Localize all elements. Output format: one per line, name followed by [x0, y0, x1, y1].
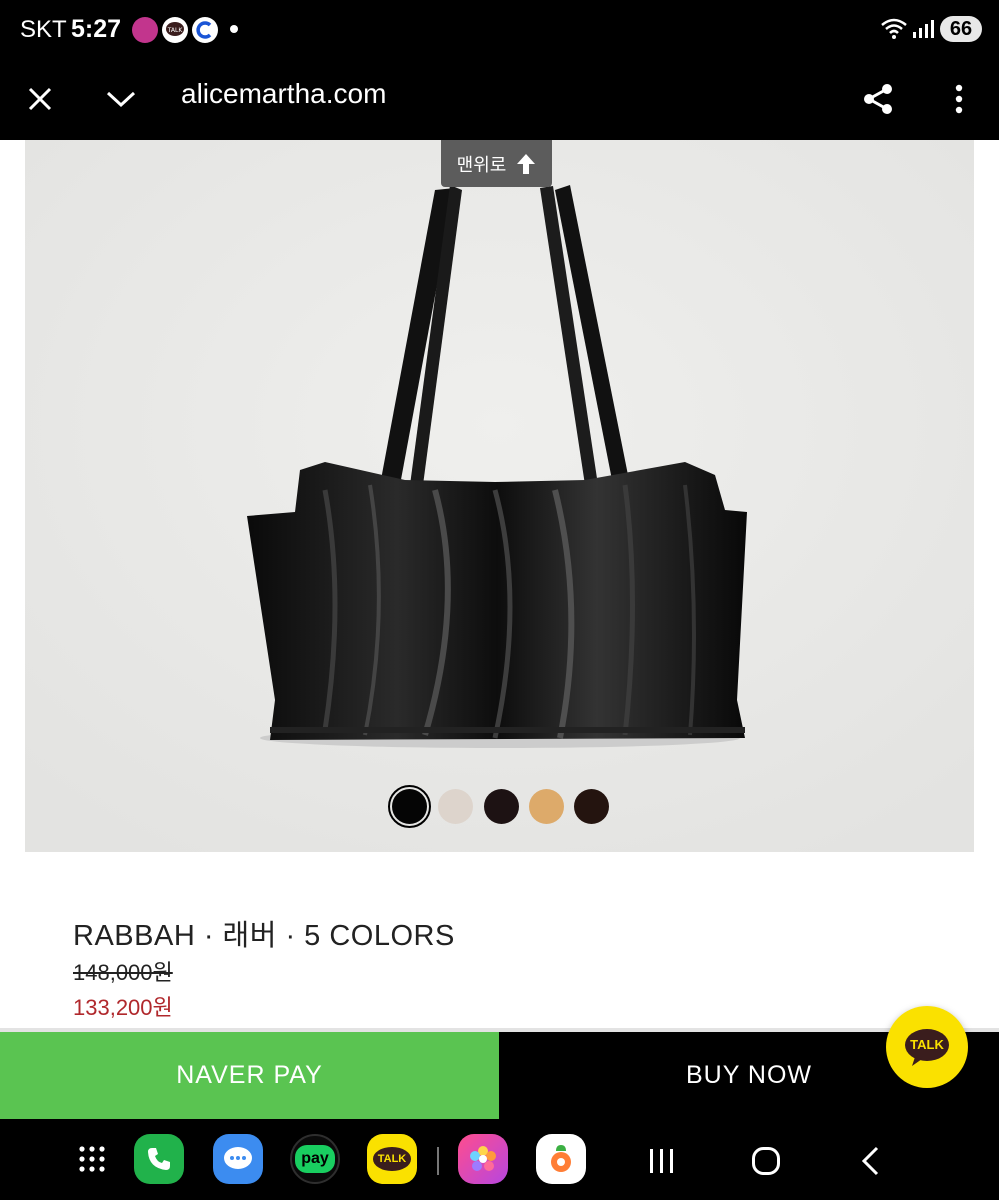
home-button[interactable] — [746, 1141, 786, 1181]
kakao-talk-label: TALK — [910, 1036, 944, 1052]
original-price: 148,000원 — [73, 960, 173, 985]
product-image[interactable] — [25, 140, 974, 852]
share-button[interactable] — [853, 74, 903, 124]
recents-icon — [650, 1149, 673, 1173]
chevron-down-icon — [106, 91, 136, 108]
battery-indicator: 66 — [940, 16, 982, 42]
close-icon — [28, 87, 52, 111]
kakao-talk-button[interactable]: TALK — [886, 1006, 968, 1088]
scroll-to-top-label: 맨위로 — [456, 154, 507, 175]
more-notifications-dot — [230, 25, 238, 33]
browser-toolbar: alicemartha.com — [0, 58, 999, 140]
gallery-app[interactable] — [458, 1134, 508, 1184]
share-icon — [864, 84, 892, 114]
phone-icon — [148, 1148, 170, 1170]
screen: SKT 5:27 TALK 66 alicemartha.com 맨위로 RAB… — [0, 0, 999, 1200]
black-tote-bag-image — [25, 140, 974, 852]
signal-icon — [912, 19, 934, 44]
app-drawer-button[interactable] — [67, 1134, 117, 1184]
url-text[interactable]: alicemartha.com — [181, 78, 386, 110]
kakaotalk-icon: TALK — [162, 17, 188, 43]
color-swatch-chocolate[interactable] — [574, 789, 609, 824]
carrot-market-icon — [551, 1145, 571, 1172]
messages-app[interactable] — [213, 1134, 263, 1184]
coupang-icon — [192, 17, 218, 43]
scroll-to-top-button[interactable]: 맨위로 — [441, 140, 552, 187]
color-swatch-dark-brown[interactable] — [484, 789, 519, 824]
color-swatch-ivory[interactable] — [438, 789, 473, 824]
home-icon — [752, 1147, 780, 1175]
color-swatch-black[interactable] — [392, 789, 427, 824]
status-bar: SKT 5:27 TALK 66 — [0, 0, 999, 58]
kakaotalk-app[interactable]: TALK — [367, 1134, 417, 1184]
gallery-icon — [470, 1146, 496, 1171]
phone-app[interactable] — [134, 1134, 184, 1184]
minimize-button[interactable] — [96, 74, 146, 124]
color-swatch-camel[interactable] — [529, 789, 564, 824]
messages-icon — [224, 1147, 252, 1169]
recent-apps-button[interactable] — [642, 1141, 682, 1181]
app-drawer-icon — [79, 1146, 105, 1172]
arrow-up-icon — [517, 153, 536, 174]
svg-text:TALK: TALK — [167, 27, 184, 34]
more-options-button[interactable] — [934, 74, 984, 124]
back-button[interactable] — [850, 1141, 890, 1181]
system-navigation-bar: pay TALK — [0, 1119, 999, 1200]
carrier-label: SKT — [20, 16, 67, 43]
dock-separator — [437, 1147, 439, 1175]
color-swatches — [388, 785, 618, 828]
naver-pay-app[interactable]: pay — [290, 1134, 340, 1184]
kakaotalk-icon: TALK — [372, 1147, 412, 1171]
ponto-app-icon — [132, 17, 158, 43]
back-icon — [861, 1146, 879, 1176]
wifi-icon — [880, 17, 908, 46]
more-vertical-icon — [955, 84, 963, 114]
close-button[interactable] — [15, 74, 65, 124]
carrot-market-app[interactable] — [536, 1134, 586, 1184]
sale-price: 133,200원 — [73, 995, 173, 1020]
product-name: RABBAH · 래버 · 5 COLORS — [73, 920, 455, 952]
naver-pay-button[interactable]: NAVER PAY — [0, 1032, 499, 1119]
naver-pay-icon: pay — [295, 1145, 335, 1173]
clock: 5:27 — [71, 15, 122, 43]
